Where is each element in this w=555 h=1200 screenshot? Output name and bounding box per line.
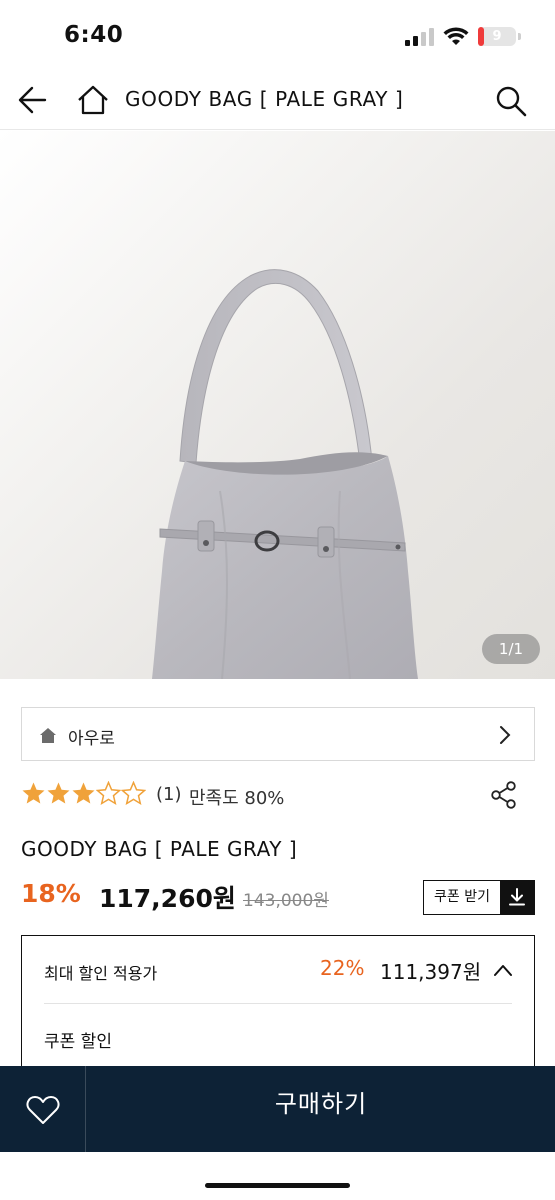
star-empty-icon — [121, 781, 146, 806]
home-indicator-area — [0, 1152, 555, 1200]
signal-icon — [405, 28, 434, 46]
wishlist-button[interactable] — [0, 1066, 86, 1152]
coupon-button-label: 쿠폰 받기 — [434, 889, 490, 905]
max-discount-label: 최대 할인 적용가 — [44, 964, 158, 983]
battery-tip — [518, 33, 521, 40]
brand-name: 아우로 — [68, 729, 115, 749]
status-bar: 6:40 9 — [0, 0, 555, 70]
brand-home-icon — [40, 728, 56, 743]
top-navigation-bar: GOODY BAG [ PALE GRAY ] — [0, 70, 555, 130]
chevron-right-icon — [500, 726, 511, 744]
product-image-gallery[interactable]: 1/1 — [0, 131, 555, 679]
star-filled-icon — [72, 782, 95, 804]
wifi-icon — [443, 27, 469, 45]
max-discount-rate: 22% — [320, 956, 365, 980]
download-icon — [509, 888, 525, 906]
battery-indicator: 9 — [478, 27, 516, 46]
page-title: GOODY BAG [ PALE GRAY ] — [125, 87, 404, 111]
max-discount-panel: 최대 할인 적용가 22% 111,397원 쿠폰 할인 — [21, 935, 535, 1075]
search-icon[interactable] — [494, 84, 528, 118]
coupon-download-button[interactable]: 쿠폰 받기 — [423, 880, 535, 915]
brand-link[interactable]: 아우로 — [21, 707, 535, 761]
status-time: 6:40 — [64, 22, 124, 48]
back-arrow-icon[interactable] — [16, 84, 50, 116]
discount-rate: 18% — [21, 879, 81, 908]
satisfaction-rate: 만족도 80% — [189, 788, 285, 809]
review-count: (1) — [156, 784, 182, 805]
home-icon[interactable] — [76, 84, 110, 116]
heart-icon — [26, 1096, 60, 1124]
product-photo — [152, 269, 418, 679]
star-empty-icon — [96, 781, 121, 806]
sale-price: 117,260원 — [99, 884, 236, 913]
share-icon[interactable] — [491, 781, 517, 809]
chevron-up-icon[interactable] — [492, 960, 514, 980]
star-filled-icon — [47, 782, 70, 804]
coupon-discount-label: 쿠폰 할인 — [44, 1032, 112, 1052]
product-title: GOODY BAG [ PALE GRAY ] — [21, 837, 298, 861]
home-indicator[interactable] — [205, 1183, 350, 1188]
max-discount-price: 111,397원 — [380, 960, 482, 984]
rating-row[interactable]: (1) 만족도 80% — [21, 781, 535, 811]
image-counter: 1/1 — [482, 634, 540, 664]
bottom-action-bar: 구매하기 — [0, 1066, 555, 1152]
divider — [44, 1003, 512, 1004]
battery-level: 9 — [492, 29, 502, 44]
buy-button[interactable]: 구매하기 — [87, 1066, 555, 1152]
star-filled-icon — [22, 782, 45, 804]
original-price: 143,000원 — [243, 891, 329, 911]
price-row: 18% 117,260원 143,000원 쿠폰 받기 — [21, 877, 535, 917]
download-icon-box — [500, 881, 534, 914]
